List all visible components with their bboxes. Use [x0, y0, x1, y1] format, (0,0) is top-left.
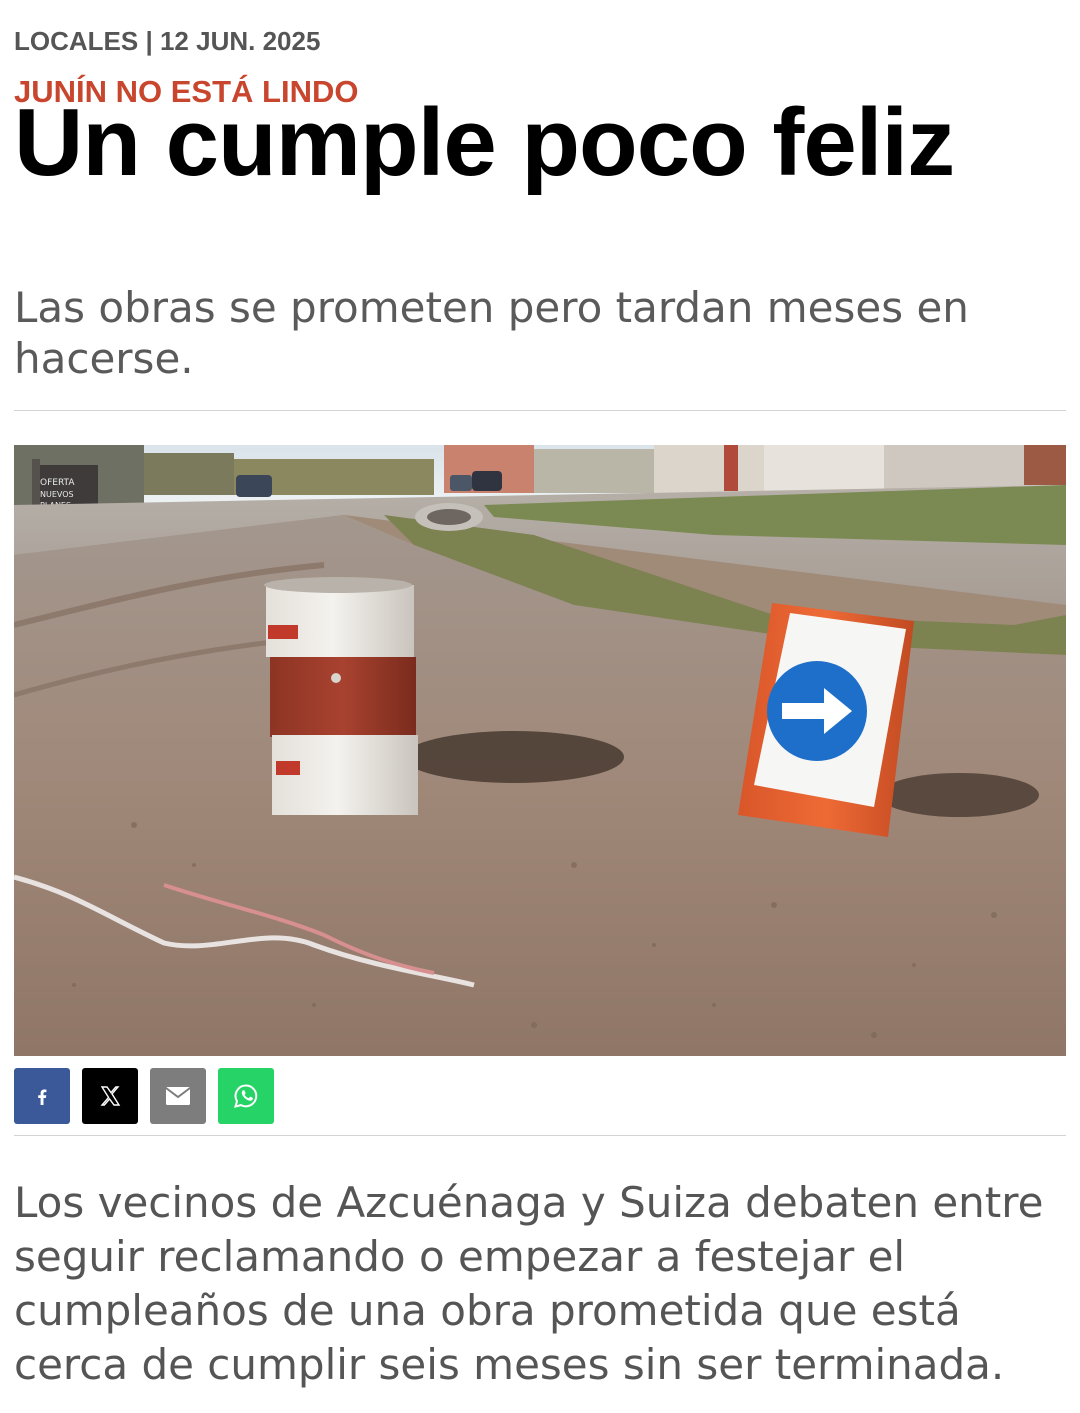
share-email-button[interactable] — [150, 1068, 206, 1124]
svg-text:NUEVOS: NUEVOS — [40, 490, 74, 499]
article-photo[interactable]: OFERTA NUEVOS PLANES — [14, 445, 1066, 1056]
article-title: Un cumple poco feliz — [14, 89, 955, 196]
article-lead: Los vecinos de Azcuénaga y Suiza debaten… — [14, 1178, 1044, 1389]
whatsapp-icon — [233, 1083, 259, 1109]
share-whatsapp-button[interactable] — [218, 1068, 274, 1124]
article-meta: LOCALES | 12 JUN. 2025 — [14, 26, 320, 57]
article-subtitle: Las obras se prometen pero tardan meses … — [14, 283, 969, 383]
mail-icon — [165, 1086, 191, 1106]
article-date: 12 JUN. 2025 — [159, 26, 321, 56]
divider — [14, 1135, 1066, 1136]
divider — [14, 410, 1066, 411]
billboard-text: OFERTA — [40, 478, 75, 488]
x-icon — [98, 1084, 122, 1108]
share-facebook-button[interactable] — [14, 1068, 70, 1124]
share-x-button[interactable] — [82, 1068, 138, 1124]
facebook-icon — [31, 1085, 53, 1107]
meta-separator: | — [145, 26, 160, 56]
share-bar — [14, 1068, 274, 1124]
section-label[interactable]: LOCALES — [14, 26, 138, 56]
white-red-barrel — [264, 577, 418, 815]
